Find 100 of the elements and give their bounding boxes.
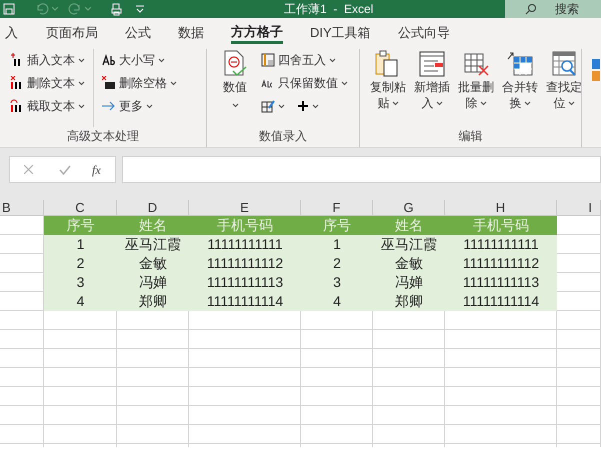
ribbon-button[interactable]: 只保留数值 bbox=[261, 72, 348, 94]
ribbon-large-button[interactable]: 查找定 位 bbox=[546, 49, 582, 127]
grid-cell bbox=[117, 387, 189, 406]
list-icon bbox=[418, 49, 446, 77]
table-cell: 金敏 bbox=[117, 254, 189, 273]
caret-icon bbox=[436, 100, 442, 106]
ribbon-button[interactable]: 更多 bbox=[102, 95, 177, 117]
arrow-icon bbox=[102, 99, 116, 113]
caret-icon[interactable] bbox=[85, 7, 91, 11]
column-header: H bbox=[445, 200, 557, 216]
group-label: 高级文本处理 bbox=[67, 128, 139, 145]
ribbon-large-button[interactable]: 合并转 换 bbox=[502, 49, 538, 127]
ribbon-button[interactable]: 截取文本 bbox=[10, 95, 85, 117]
caret-icon bbox=[78, 58, 85, 62]
grid-cell bbox=[373, 330, 445, 349]
table-header-cell: 序号 bbox=[301, 216, 373, 235]
column-header: E bbox=[189, 200, 301, 216]
ribbon-button[interactable]: 删除空格 bbox=[102, 72, 177, 94]
grid-cell bbox=[0, 387, 44, 406]
redo-icon[interactable] bbox=[68, 3, 82, 15]
ribbon-tab[interactable]: 入 bbox=[5, 22, 18, 44]
grid-cell bbox=[117, 425, 189, 444]
table-cell: 巫马江霞 bbox=[373, 235, 445, 254]
formula-input[interactable] bbox=[122, 156, 601, 183]
close-icon[interactable] bbox=[24, 165, 33, 174]
undo-icon[interactable] bbox=[35, 3, 49, 15]
grid-cell bbox=[301, 368, 373, 387]
grid-cell bbox=[301, 330, 373, 349]
group-label: 数值录入 bbox=[259, 128, 307, 145]
grid-cell bbox=[373, 425, 445, 444]
caret-icon bbox=[341, 80, 348, 86]
search-field[interactable]: 搜索 bbox=[505, 0, 601, 18]
caret-icon bbox=[278, 104, 285, 108]
grid-cell bbox=[557, 330, 601, 349]
grid-cell bbox=[0, 330, 44, 349]
caret-icon bbox=[312, 104, 319, 108]
caret-icon bbox=[78, 104, 85, 108]
check-icon[interactable] bbox=[59, 164, 71, 174]
grid-cell bbox=[117, 311, 189, 330]
grid-cell bbox=[117, 406, 189, 425]
caret-icon bbox=[146, 104, 153, 108]
grid-cell bbox=[0, 406, 44, 425]
grid-icon bbox=[261, 53, 275, 67]
ribbon-button[interactable]: 删除文本 bbox=[10, 72, 85, 94]
search-icon bbox=[525, 3, 537, 15]
column-header: B bbox=[0, 200, 44, 216]
print-icon[interactable] bbox=[111, 2, 122, 16]
caret-icon bbox=[480, 100, 486, 106]
grid-search-icon bbox=[550, 49, 578, 77]
grid-cell bbox=[557, 235, 601, 254]
grid-cell bbox=[117, 349, 189, 368]
insert-function-button[interactable]: fx bbox=[92, 160, 101, 178]
table-cell: 2 bbox=[44, 254, 117, 273]
grid-cell bbox=[557, 368, 601, 387]
ribbon-large-button[interactable]: 批量删 除 bbox=[458, 49, 494, 127]
ribbon-tab[interactable]: 页面布局 bbox=[46, 22, 98, 44]
grid-cell bbox=[301, 406, 373, 425]
grid-cell bbox=[557, 387, 601, 406]
ribbon-tab[interactable]: 公式向导 bbox=[398, 22, 450, 44]
grid-cell bbox=[117, 368, 189, 387]
grid-cell bbox=[0, 368, 44, 387]
ribbon-large-button[interactable]: 复制粘 贴 bbox=[370, 49, 406, 127]
ribbon-button[interactable]: 大小写 bbox=[102, 49, 177, 71]
table-cell: 11111111111 bbox=[445, 235, 557, 254]
table-cell: 4 bbox=[44, 292, 117, 311]
ab-icon bbox=[102, 53, 116, 67]
caret-icon bbox=[392, 100, 398, 106]
grid-cell bbox=[557, 254, 601, 273]
table-cell: 郑卿 bbox=[373, 292, 445, 311]
table-cell: 1 bbox=[44, 235, 117, 254]
table-cell: 11111111111 bbox=[189, 235, 301, 254]
group-label: 编辑 bbox=[458, 128, 482, 145]
window-title: 工作薄1 - Excel bbox=[284, 1, 374, 18]
column-header: I bbox=[557, 200, 601, 216]
customize-icon[interactable] bbox=[136, 5, 144, 13]
table-cell: 金敏 bbox=[373, 254, 445, 273]
table-header-cell: 姓名 bbox=[373, 216, 445, 235]
cross-block-icon bbox=[102, 76, 116, 90]
ribbon-tab[interactable]: DIY工具箱 bbox=[310, 22, 371, 44]
table-cell: 11111111112 bbox=[445, 254, 557, 273]
plus-dropdown-button[interactable] bbox=[298, 101, 319, 111]
caret-icon[interactable] bbox=[52, 7, 58, 11]
ribbon-tab[interactable]: 数据 bbox=[178, 22, 204, 44]
ribbon-button[interactable]: 四舍五入 bbox=[261, 49, 348, 71]
grid-cell bbox=[373, 311, 445, 330]
ribbon-tab[interactable]: 公式 bbox=[125, 22, 151, 44]
ribbon-icon[interactable] bbox=[592, 59, 600, 83]
grid-cell bbox=[557, 311, 601, 330]
ribbon-large-button[interactable]: 新增插 入 bbox=[414, 49, 450, 127]
caret-icon bbox=[524, 100, 530, 106]
ribbon-button[interactable]: 插入文本 bbox=[10, 49, 85, 71]
ribbon-large-button[interactable]: 数值 bbox=[217, 49, 253, 127]
grid-cell bbox=[301, 349, 373, 368]
column-header: D bbox=[117, 200, 189, 216]
grid-cell bbox=[373, 387, 445, 406]
save-icon[interactable] bbox=[3, 3, 15, 15]
table-header-cell: 姓名 bbox=[117, 216, 189, 235]
caret-icon bbox=[158, 58, 165, 62]
grid-cell bbox=[117, 330, 189, 349]
plus-icon bbox=[298, 101, 308, 111]
